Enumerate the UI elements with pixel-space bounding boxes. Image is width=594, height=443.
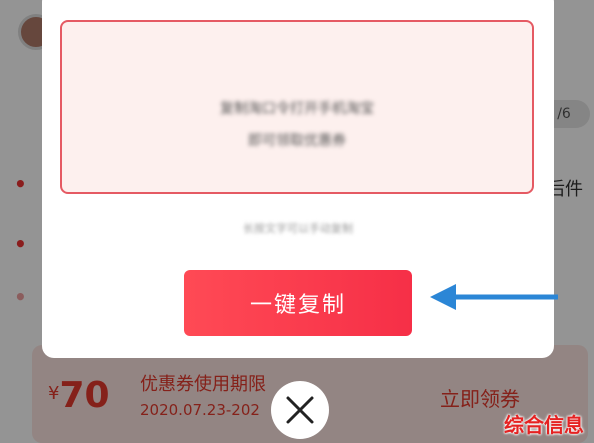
watermark: 综合信息: [504, 413, 584, 437]
close-button[interactable]: [271, 381, 329, 439]
copy-hint-text: 长按文字可以手动复制: [243, 222, 353, 235]
arrow-left-icon: [428, 282, 561, 316]
password-text-box[interactable]: 复制淘口令打开手机淘宝 即可领取优惠券: [60, 20, 534, 194]
blurred-text-line: 复制淘口令打开手机淘宝: [220, 101, 374, 117]
one-click-copy-button[interactable]: 一键复制: [184, 270, 412, 336]
blurred-text-line: 即可领取优惠券: [248, 133, 346, 149]
